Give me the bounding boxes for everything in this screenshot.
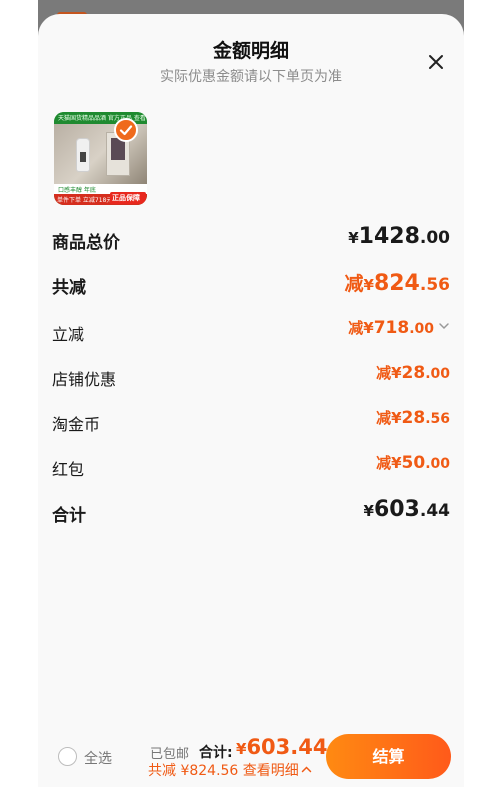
row-label: 店铺优惠 — [52, 370, 117, 389]
checkout-bar: 全选 已包邮 合计: ¥603.44 共减 ¥824.56 查看明细 结算 — [38, 727, 464, 787]
chevron-down-icon[interactable] — [438, 321, 450, 331]
total-currency: ¥ — [236, 740, 247, 758]
selected-check-badge — [114, 118, 138, 142]
check-icon — [119, 125, 133, 136]
checkout-button[interactable]: 结算 — [326, 734, 451, 779]
chevron-up-icon — [301, 766, 312, 773]
currency-symbol: ¥ — [391, 409, 402, 427]
row-label: 红包 — [52, 460, 85, 479]
sheet-title: 金额明细 — [212, 40, 289, 62]
amount-integer: 50 — [401, 453, 426, 473]
amount-integer: 1428 — [358, 224, 420, 249]
currency-symbol: ¥ — [363, 276, 374, 294]
view-detail-label: 查看明细 — [242, 763, 299, 779]
row-total-reduction: 共减 减¥824.56 — [52, 269, 450, 299]
row-amount: 减¥50.00 — [376, 452, 450, 473]
amount-integer: 824 — [373, 271, 420, 296]
row-label: 立减 — [52, 325, 85, 344]
reduction-prefix: 减 — [376, 454, 392, 472]
reduction-summary-text: 共减 ¥824.56 — [148, 763, 239, 779]
total-label: 合计: — [199, 745, 233, 761]
row-goods-total: 商品总价 ¥1428.00 — [52, 224, 450, 254]
amount-decimal: .00 — [409, 321, 434, 337]
sheet-subtitle: 实际优惠金额请以下单页为准 — [160, 69, 342, 85]
amount-integer: 28 — [401, 408, 426, 428]
row-amount: 减¥28.00 — [376, 362, 450, 383]
row-taobao-coins: 淘金币 减¥28.56 — [52, 407, 450, 437]
currency-symbol: ¥ — [348, 229, 359, 247]
amount-decimal: .44 — [419, 501, 450, 521]
row-instant-discount[interactable]: 立减 减¥718.00 — [52, 317, 450, 347]
select-all-radio[interactable] — [58, 747, 77, 766]
row-label: 淘金币 — [52, 415, 101, 434]
amount-detail-sheet: 金额明细 实际优惠金额请以下单页为准 天猫国货精品品酒 官方正品 查看详情 口感… — [38, 14, 464, 787]
guarantee-badge-text: 正品保障 — [112, 194, 140, 202]
total-amount: ¥603.44 — [236, 735, 327, 759]
row-amount: 减¥28.56 — [376, 407, 450, 428]
row-label: 商品总价 — [52, 233, 120, 253]
currency-symbol: ¥ — [391, 364, 402, 382]
amount-integer: 718 — [373, 318, 410, 338]
currency-symbol: ¥ — [391, 454, 402, 472]
row-amount: ¥603.44 — [364, 497, 451, 522]
row-store-discount: 店铺优惠 减¥28.00 — [52, 362, 450, 392]
amount-decimal: .56 — [425, 411, 450, 427]
reduction-summary: 共减 ¥824.56 查看明细 — [148, 760, 312, 780]
close-icon — [429, 55, 443, 69]
amount-decimal: .00 — [425, 456, 450, 472]
row-amount: ¥1428.00 — [348, 224, 450, 249]
total-value: 603.44 — [246, 735, 328, 759]
currency-symbol: ¥ — [363, 319, 374, 337]
row-red-packet: 红包 减¥50.00 — [52, 452, 450, 482]
row-label: 合计 — [52, 506, 86, 526]
row-amount: 减¥824.56 — [344, 269, 450, 296]
reduction-prefix: 减 — [344, 273, 364, 295]
amount-decimal: .56 — [419, 275, 450, 295]
row-label: 共减 — [52, 278, 86, 298]
amount-integer: 28 — [401, 363, 426, 383]
thumbnail-promo-red-text: 单件下单 立减718元 — [57, 197, 113, 204]
amount-decimal: .00 — [419, 228, 450, 248]
row-grand-total: 合计 ¥603.44 — [52, 497, 450, 527]
close-button[interactable] — [424, 50, 448, 74]
reduction-prefix: 减 — [348, 319, 364, 337]
reduction-prefix: 减 — [376, 364, 392, 382]
thumbnail-promo-text: 口感丰醇 年底 — [58, 187, 96, 194]
select-all-label[interactable]: 全选 — [84, 748, 112, 768]
currency-symbol: ¥ — [363, 502, 374, 520]
bottle-label — [80, 152, 86, 162]
amount-integer: 603 — [373, 497, 420, 522]
reduction-prefix: 减 — [376, 409, 392, 427]
amount-decimal: .00 — [425, 366, 450, 382]
view-detail-link[interactable]: 查看明细 — [243, 763, 312, 779]
row-amount: 减¥718.00 — [348, 317, 450, 338]
